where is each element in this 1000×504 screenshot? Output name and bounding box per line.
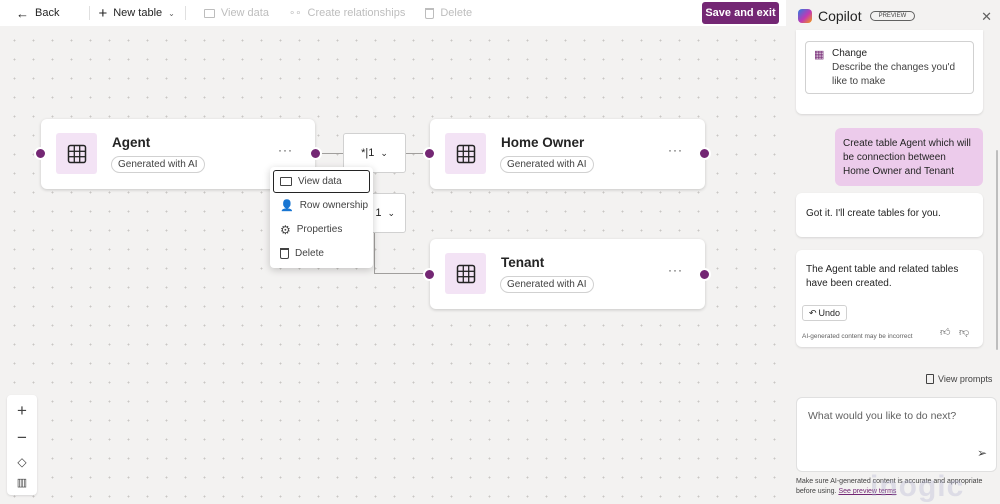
suggestion-description: Describe the changes you'd like to make (832, 62, 956, 87)
ai-badge: Generated with AI (500, 156, 594, 173)
table-name: Tenant (501, 255, 545, 270)
bot-message: Got it. I'll create tables for you. (796, 193, 983, 237)
table-card-tenant[interactable]: Tenant Generated with AI ··· (430, 239, 705, 309)
connector-line (374, 232, 375, 273)
table-icon (445, 133, 486, 174)
user-message: Create table Agent which will be connect… (835, 128, 983, 186)
more-options-button[interactable]: ··· (278, 143, 293, 157)
plus-icon: + (98, 4, 108, 22)
ai-badge: Generated with AI (111, 156, 205, 173)
copilot-title: Copilot (818, 8, 862, 24)
menu-item-delete[interactable]: Delete (273, 242, 370, 265)
table-name: Agent (112, 135, 151, 150)
menu-item-view-data[interactable]: View data (273, 170, 370, 193)
trash-icon (425, 7, 435, 19)
table-edit-icon: ▦ (814, 49, 825, 61)
menu-item-properties[interactable]: ⚙ Properties (273, 218, 370, 241)
suggestion-card: ▦ Change Describe the changes you'd like… (796, 30, 983, 114)
more-options-button[interactable]: ··· (668, 263, 683, 277)
bot-message: The Agent table and related tables have … (796, 250, 983, 347)
thumbs-up-icon[interactable]: 👍︎ (940, 326, 950, 340)
gear-icon: ⚙ (280, 222, 291, 237)
copilot-header: Copilot PREVIEW (786, 0, 1000, 32)
save-and-exit-button[interactable]: Save and exit (702, 2, 779, 24)
new-table-button[interactable]: + New table ⌄ (90, 0, 184, 26)
trash-icon (280, 248, 289, 259)
change-suggestion-button[interactable]: ▦ Change Describe the changes you'd like… (805, 41, 974, 94)
view-data-icon (203, 8, 215, 18)
zoom-controls: + − ◇ ▥ (7, 395, 37, 495)
table-card-home-owner[interactable]: Home Owner Generated with AI ··· (430, 119, 705, 189)
menu-item-row-ownership[interactable]: 👤 Row ownership (273, 194, 370, 217)
prompts-icon (926, 374, 934, 384)
fit-view-icon[interactable]: ◇ (17, 455, 26, 469)
arrow-left-icon: ← (16, 5, 29, 21)
view-data-button[interactable]: View data (186, 0, 279, 26)
undo-icon: ↶ (808, 308, 817, 318)
connection-port[interactable] (309, 147, 322, 160)
ai-disclaimer-note: AI-generated content may be incorrect (802, 333, 913, 340)
relationship-icon: ∘∘ (288, 7, 302, 19)
chevron-down-icon: ⌄ (380, 147, 388, 158)
table-icon (445, 253, 486, 294)
connection-port[interactable] (698, 268, 711, 281)
ai-badge: Generated with AI (500, 276, 594, 293)
connection-port[interactable] (423, 268, 436, 281)
connection-port[interactable] (423, 147, 436, 160)
zoom-out-icon[interactable]: − (17, 428, 27, 448)
undo-button[interactable]: ↶ Undo (802, 305, 847, 321)
row-ownership-icon: 👤 (280, 200, 294, 212)
thumbs-down-icon[interactable]: 👎︎ (959, 326, 969, 340)
table-name: Home Owner (501, 135, 585, 150)
connection-port[interactable] (34, 147, 47, 160)
connector-line (320, 153, 344, 154)
send-icon[interactable]: ➢ (977, 446, 987, 460)
delete-button[interactable]: Delete (415, 0, 482, 26)
close-icon[interactable]: ✕ (981, 9, 992, 25)
table-context-menu: View data 👤 Row ownership ⚙ Properties D… (270, 167, 373, 268)
watermark: inogic (870, 470, 965, 503)
scrollbar[interactable] (996, 150, 998, 350)
copilot-logo-icon (798, 9, 812, 23)
view-prompts-button[interactable]: View prompts (926, 374, 992, 384)
create-relationships-button[interactable]: ∘∘ Create relationships (279, 0, 415, 26)
minimap-icon[interactable]: ▥ (17, 476, 27, 489)
chevron-down-icon: ⌄ (387, 207, 395, 218)
connection-port[interactable] (698, 147, 711, 160)
more-options-button[interactable]: ··· (668, 143, 683, 157)
back-button[interactable]: ← Back (0, 0, 69, 26)
table-icon (56, 133, 97, 174)
command-bar: ← Back + New table ⌄ View data ∘∘ Create… (0, 0, 786, 26)
prompt-placeholder: What would you like to do next? (808, 410, 957, 422)
prompt-input[interactable]: What would you like to do next? ➢ (796, 397, 997, 472)
chevron-down-icon: ⌄ (168, 8, 175, 18)
preview-badge: PREVIEW (869, 11, 916, 21)
view-data-icon (280, 177, 292, 186)
suggestion-title: Change (832, 48, 868, 59)
zoom-in-icon[interactable]: + (17, 401, 27, 421)
